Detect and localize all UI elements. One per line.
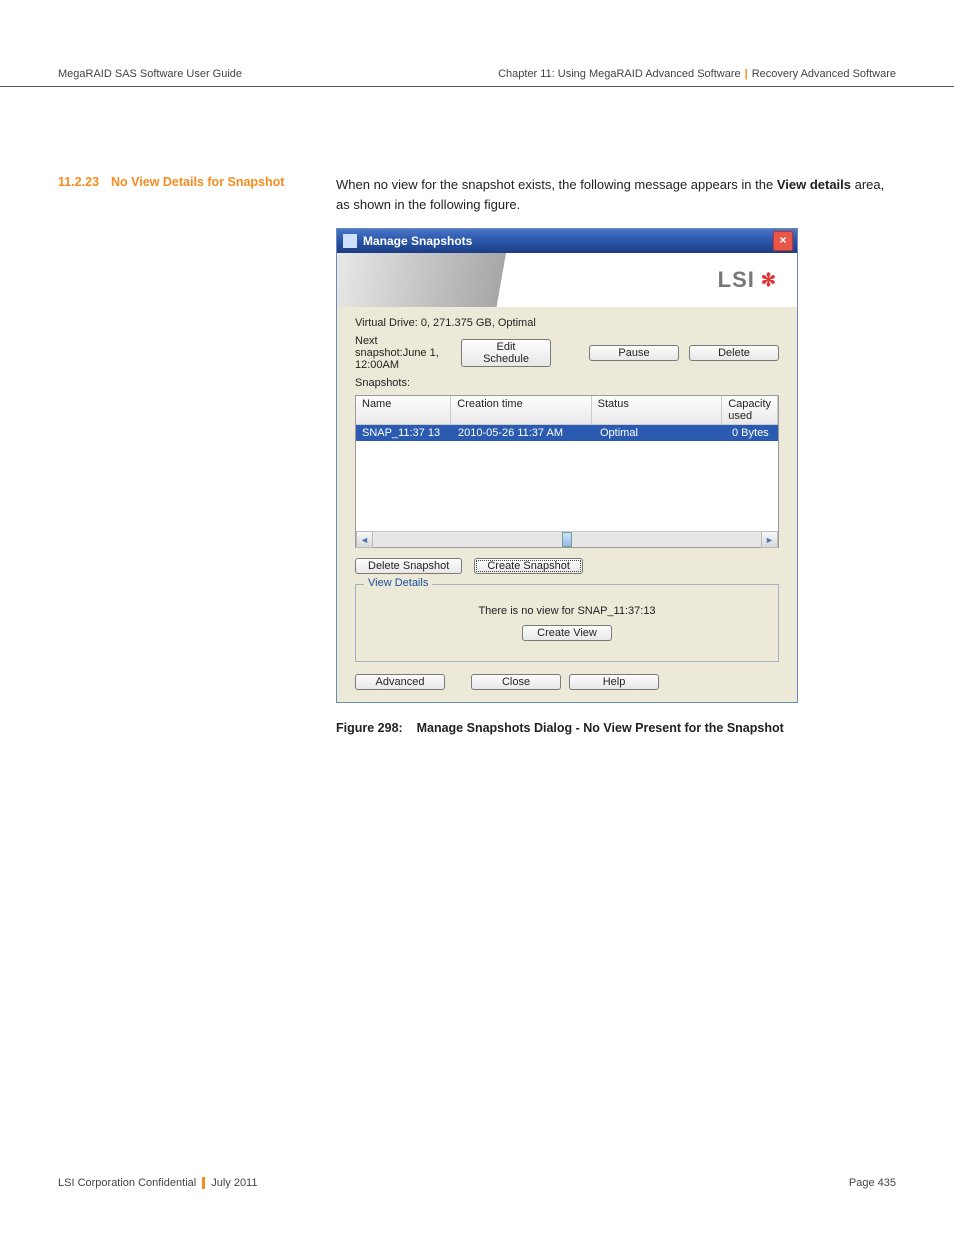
- col-capacity[interactable]: Capacity used: [722, 396, 778, 424]
- scroll-thumb[interactable]: [562, 532, 572, 547]
- delete-snapshot-button[interactable]: Delete Snapshot: [355, 558, 462, 574]
- footer-confidential: LSI Corporation Confidential: [58, 1177, 196, 1189]
- lsi-logo-text: LSI: [718, 267, 755, 293]
- footer-bar-icon: [202, 1177, 205, 1189]
- dialog-title: Manage Snapshots: [363, 234, 472, 248]
- virtual-drive-label: Virtual Drive: 0, 271.375 GB, Optimal: [355, 317, 536, 329]
- intro-pre: When no view for the snapshot exists, th…: [336, 177, 777, 192]
- col-creation-time[interactable]: Creation time: [451, 396, 591, 424]
- col-name[interactable]: Name: [356, 396, 451, 424]
- intro-text: When no view for the snapshot exists, th…: [336, 175, 896, 214]
- footer-date: July 2011: [211, 1177, 257, 1189]
- scroll-right-icon[interactable]: ►: [761, 531, 778, 548]
- close-icon[interactable]: ×: [773, 231, 793, 251]
- cell-capacity: 0 Bytes: [726, 425, 778, 441]
- view-details-fieldset: View Details There is no view for SNAP_1…: [355, 584, 779, 662]
- separator-icon: |: [745, 68, 748, 80]
- close-button[interactable]: Close: [471, 674, 561, 690]
- col-status[interactable]: Status: [592, 396, 723, 424]
- titlebar: Manage Snapshots ×: [337, 229, 797, 253]
- breadcrumb-section: Recovery Advanced Software: [752, 68, 896, 80]
- view-details-legend: View Details: [364, 577, 432, 589]
- logo-band: LSI ✻: [337, 253, 797, 307]
- create-snapshot-button[interactable]: Create Snapshot: [474, 558, 583, 574]
- figure-text: Manage Snapshots Dialog - No View Presen…: [417, 721, 784, 735]
- horizontal-scrollbar[interactable]: ◄ ►: [356, 531, 778, 547]
- snapshots-table: Name Creation time Status Capacity used …: [355, 395, 779, 548]
- breadcrumb: Chapter 11: Using MegaRAID Advanced Soft…: [498, 68, 896, 80]
- table-header: Name Creation time Status Capacity used: [356, 396, 778, 425]
- content-area: 11.2.23 No View Details for Snapshot Whe…: [0, 87, 954, 735]
- figure-caption: Figure 298: Manage Snapshots Dialog - No…: [336, 721, 896, 735]
- scroll-left-icon[interactable]: ◄: [356, 531, 373, 548]
- cell-name: SNAP_11:37 13: [356, 425, 452, 441]
- breadcrumb-chapter: Chapter 11: Using MegaRAID Advanced Soft…: [498, 68, 741, 80]
- page-footer: LSI Corporation Confidential July 2011 P…: [58, 1177, 896, 1189]
- table-row[interactable]: SNAP_11:37 13 2010-05-26 11:37 AM Optima…: [356, 425, 778, 441]
- delete-button[interactable]: Delete: [689, 345, 779, 361]
- sparkle-icon: ✻: [761, 270, 777, 291]
- section-heading: 11.2.23 No View Details for Snapshot: [58, 175, 316, 189]
- doc-title: MegaRAID SAS Software User Guide: [58, 68, 242, 80]
- help-button[interactable]: Help: [569, 674, 659, 690]
- figure-label: Figure 298:: [336, 721, 403, 735]
- advanced-button[interactable]: Advanced: [355, 674, 445, 690]
- pause-button[interactable]: Pause: [589, 345, 679, 361]
- next-snapshot-label: Next snapshot:June 1, 12:00AM: [355, 335, 451, 371]
- page-header: MegaRAID SAS Software User Guide Chapter…: [0, 0, 954, 87]
- table-empty-area: [356, 441, 778, 531]
- intro-bold: View details: [777, 177, 851, 192]
- lsi-logo: LSI ✻: [718, 267, 777, 293]
- edit-schedule-button[interactable]: Edit Schedule: [461, 339, 551, 367]
- section-title: No View Details for Snapshot: [111, 175, 284, 189]
- manage-snapshots-dialog: Manage Snapshots × LSI ✻ Virtual Drive: …: [336, 228, 798, 703]
- cell-status: Optimal: [594, 425, 726, 441]
- app-icon: [343, 234, 357, 248]
- no-view-message: There is no view for SNAP_11:37:13: [478, 605, 655, 617]
- footer-page: Page 435: [849, 1177, 896, 1189]
- section-number: 11.2.23: [58, 175, 99, 189]
- snapshots-label: Snapshots:: [355, 377, 410, 389]
- create-view-button[interactable]: Create View: [522, 625, 612, 641]
- cell-time: 2010-05-26 11:37 AM: [452, 425, 594, 441]
